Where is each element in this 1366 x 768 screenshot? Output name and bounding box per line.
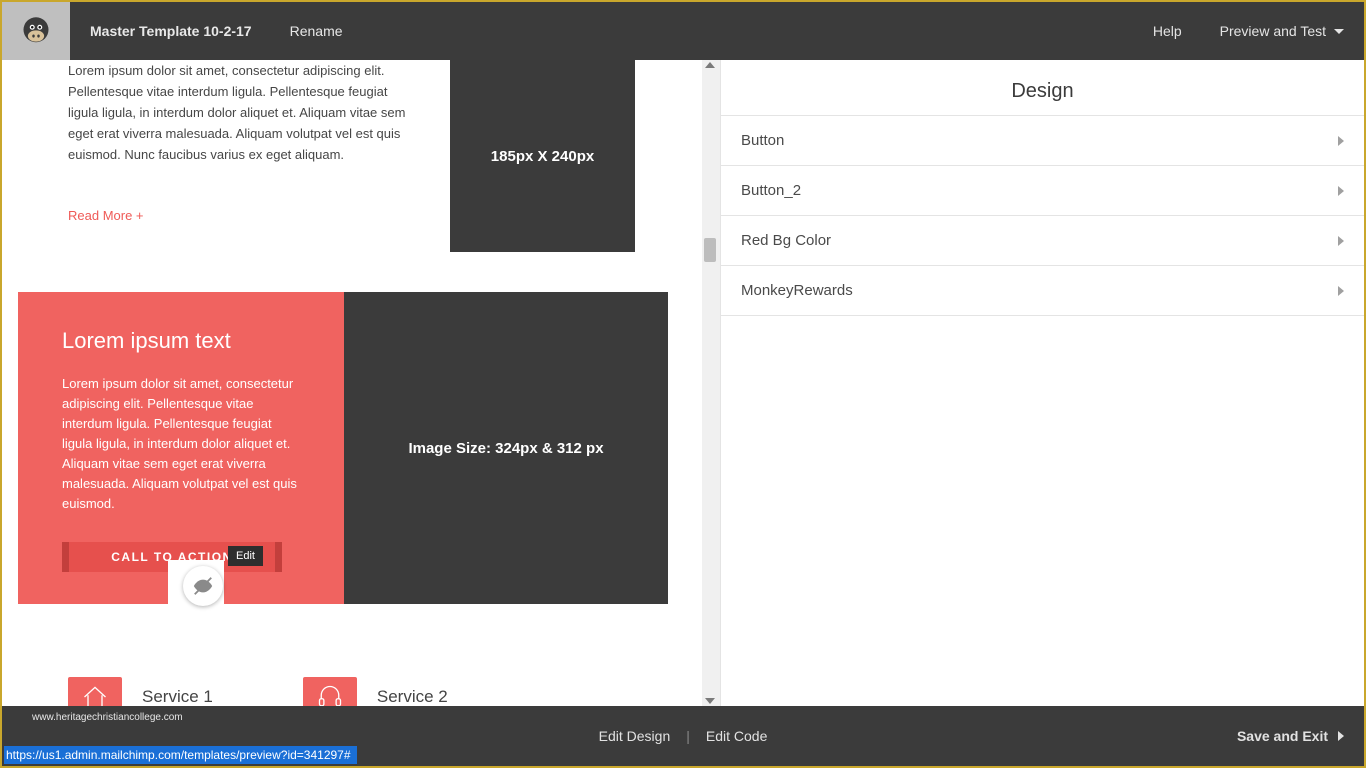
image-placeholder-1[interactable]: 185px X 240px xyxy=(450,60,635,252)
panel-item-button[interactable]: Button xyxy=(721,116,1364,166)
design-panel: Design Button Button_2 Red Bg Color Monk… xyxy=(720,60,1364,706)
save-and-exit-button[interactable]: Save and Exit xyxy=(1237,728,1344,744)
visibility-toggle[interactable] xyxy=(183,566,223,606)
preview-and-test-label: Preview and Test xyxy=(1220,23,1326,39)
eye-off-icon xyxy=(192,575,214,597)
intro-paragraph: Lorem ipsum dolor sit amet, consectetur … xyxy=(68,60,413,165)
service-item-1[interactable]: Service 1 xyxy=(68,674,213,706)
red-block-heading: Lorem ipsum text xyxy=(62,328,300,354)
mailchimp-logo-icon xyxy=(16,11,56,51)
image-placeholder-2[interactable]: Image Size: 324px & 312 px xyxy=(344,292,668,604)
panel-item-label: Red Bg Color xyxy=(741,232,831,249)
service-item-2[interactable]: Service 2 xyxy=(303,674,448,706)
watermark-text: www.heritagechristiancollege.com xyxy=(32,712,183,723)
scroll-thumb[interactable] xyxy=(704,238,716,262)
chevron-right-icon xyxy=(1338,236,1344,246)
edit-code-link[interactable]: Edit Code xyxy=(706,728,767,744)
app-logo[interactable] xyxy=(2,2,70,60)
panel-item-monkeyrewards[interactable]: MonkeyRewards xyxy=(721,266,1364,316)
editor-canvas[interactable]: Lorem ipsum dolor sit amet, consectetur … xyxy=(2,60,702,706)
panel-item-red-bg-color[interactable]: Red Bg Color xyxy=(721,216,1364,266)
panel-item-label: MonkeyRewards xyxy=(741,282,853,299)
scroll-down-icon[interactable] xyxy=(705,698,715,704)
service-1-label: Service 1 xyxy=(142,687,213,706)
separator: | xyxy=(686,728,690,744)
read-more-link[interactable]: Read More + xyxy=(68,208,144,223)
chevron-right-icon xyxy=(1338,186,1344,196)
house-icon xyxy=(68,677,122,706)
browser-status-url: https://us1.admin.mailchimp.com/template… xyxy=(4,746,357,764)
headset-icon xyxy=(303,677,357,706)
template-name: Master Template 10-2-17 xyxy=(90,23,252,39)
resize-handle-left[interactable] xyxy=(62,542,69,572)
panel-item-button-2[interactable]: Button_2 xyxy=(721,166,1364,216)
preview-and-test-menu[interactable]: Preview and Test xyxy=(1220,23,1344,39)
service-2-label: Service 2 xyxy=(377,687,448,706)
panel-item-label: Button_2 xyxy=(741,182,801,199)
chevron-right-icon xyxy=(1338,136,1344,146)
scroll-up-icon[interactable] xyxy=(705,62,715,68)
help-link[interactable]: Help xyxy=(1153,23,1182,39)
rename-link[interactable]: Rename xyxy=(290,23,343,39)
panel-title: Design xyxy=(721,60,1364,115)
resize-handle-right[interactable] xyxy=(275,542,282,572)
red-block-body: Lorem ipsum dolor sit amet, consectetur … xyxy=(62,374,300,514)
chevron-down-icon xyxy=(1334,29,1344,34)
top-bar: Master Template 10-2-17 Rename Help Prev… xyxy=(2,2,1364,60)
canvas-scrollbar[interactable] xyxy=(702,60,720,706)
chevron-right-icon xyxy=(1338,731,1344,741)
chevron-right-icon xyxy=(1338,286,1344,296)
services-row: Service 1 Service 2 xyxy=(68,674,670,706)
save-and-exit-label: Save and Exit xyxy=(1237,728,1328,744)
panel-item-label: Button xyxy=(741,132,784,149)
edit-button[interactable]: Edit xyxy=(228,546,263,566)
edit-design-link[interactable]: Edit Design xyxy=(599,728,671,744)
